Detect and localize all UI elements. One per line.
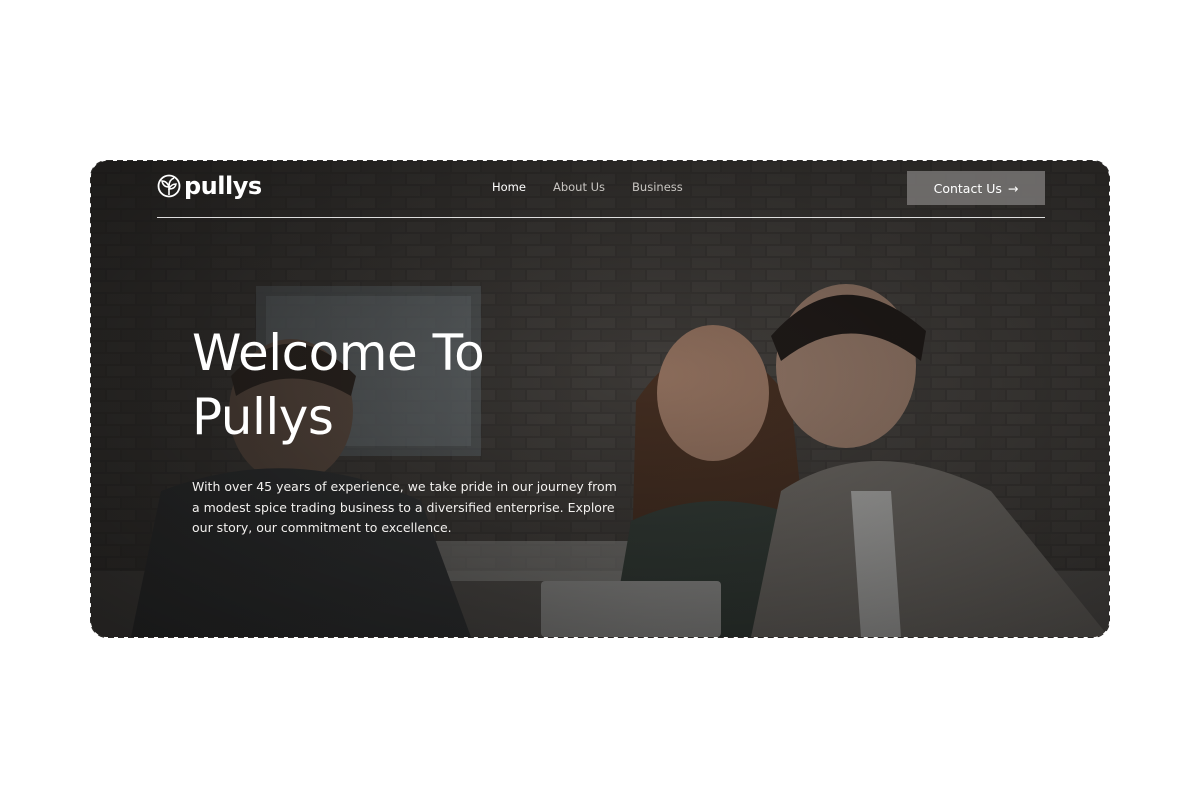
main-nav: Home About Us Business <box>492 180 683 194</box>
leaf-logo-icon <box>157 174 181 198</box>
page: pullys Home About Us Business Contact Us… <box>0 0 1200 800</box>
hero-title-line-1: Welcome To <box>192 324 485 382</box>
arrow-right-icon: → <box>1007 180 1019 196</box>
brand-name: pullys <box>184 172 262 200</box>
nav-item-about-us[interactable]: About Us <box>553 180 605 194</box>
hero-description: With over 45 years of experience, we tak… <box>192 479 617 535</box>
contact-us-button[interactable]: Contact Us → <box>907 171 1045 205</box>
hero-title-line-2: Pullys <box>192 388 334 446</box>
brand-logo[interactable]: pullys <box>157 172 262 200</box>
contact-us-label: Contact Us <box>933 180 1002 196</box>
hero-title: Welcome To Pullys <box>192 321 612 449</box>
navbar: pullys Home About Us Business Contact Us… <box>157 161 1045 218</box>
nav-item-home[interactable]: Home <box>492 180 526 194</box>
nav-item-business[interactable]: Business <box>632 180 683 194</box>
hero-section: pullys Home About Us Business Contact Us… <box>90 160 1110 638</box>
